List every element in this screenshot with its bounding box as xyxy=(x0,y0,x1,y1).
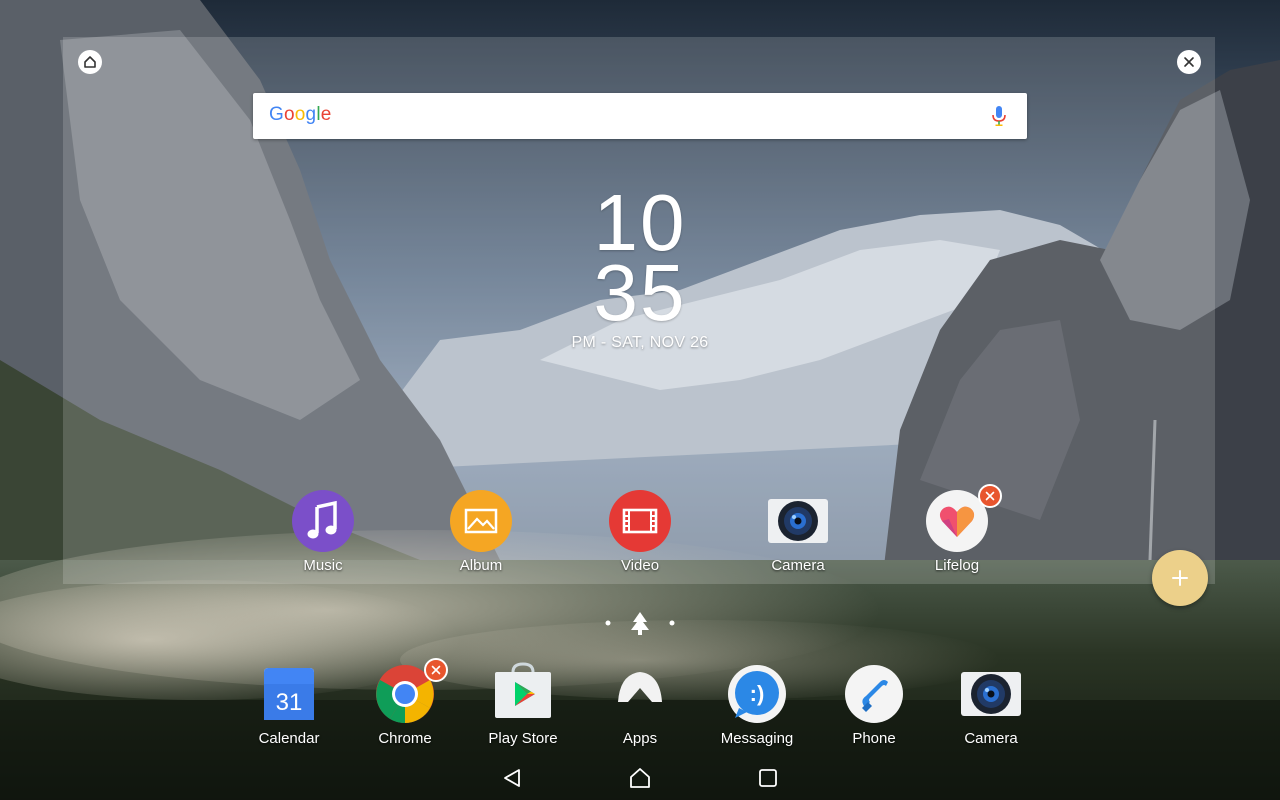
app-label: Lifelog xyxy=(934,557,980,574)
plus-icon xyxy=(1172,570,1188,586)
calendar-day-number: 31 xyxy=(276,689,303,716)
nav-home-button[interactable] xyxy=(624,764,656,792)
app-album[interactable]: Album xyxy=(426,489,536,574)
app-camera-dock[interactable]: Camera xyxy=(936,662,1046,747)
add-page-button[interactable] xyxy=(1152,550,1208,606)
nav-back-button[interactable] xyxy=(496,764,528,792)
app-label: Music xyxy=(303,557,343,574)
remove-chrome-button[interactable] xyxy=(424,658,448,682)
app-drawer-button[interactable]: Apps xyxy=(585,662,695,747)
app-label: Calendar xyxy=(258,730,320,747)
home-icon xyxy=(84,56,96,68)
album-icon xyxy=(449,489,513,553)
page-dot xyxy=(605,620,611,626)
messaging-icon: :) xyxy=(725,662,789,726)
camera-icon xyxy=(959,662,1023,726)
calendar-icon: 31 xyxy=(257,662,321,726)
app-calendar[interactable]: 31 Calendar xyxy=(234,662,344,747)
page-dot xyxy=(669,620,675,626)
app-messaging[interactable]: :) Messaging xyxy=(702,662,812,747)
app-label: Messaging xyxy=(720,730,794,747)
google-logo: Google xyxy=(269,104,332,125)
app-camera[interactable]: Camera xyxy=(743,489,853,574)
play-store-icon xyxy=(491,662,555,726)
microphone-icon[interactable] xyxy=(989,105,1009,127)
back-icon xyxy=(504,769,520,787)
video-icon xyxy=(608,489,672,553)
recents-icon xyxy=(759,769,777,787)
app-label: Play Store xyxy=(488,730,558,747)
app-label: Album xyxy=(459,557,503,574)
app-music[interactable]: Music xyxy=(268,489,378,574)
app-play-store[interactable]: Play Store xyxy=(468,662,578,747)
messaging-icon-face: :) xyxy=(750,681,765,706)
app-video[interactable]: Video xyxy=(585,489,695,574)
app-label: Phone xyxy=(852,730,896,747)
remove-page-button[interactable] xyxy=(1177,50,1201,74)
apps-drawer-icon xyxy=(608,662,672,726)
camera-icon xyxy=(766,489,830,553)
nav-recents-button[interactable] xyxy=(752,764,784,792)
remove-lifelog-button[interactable] xyxy=(978,484,1002,508)
home-icon xyxy=(630,768,650,788)
clock-widget[interactable]: 10 35 PM - SAT, NOV 26 xyxy=(540,183,740,352)
google-search-bar[interactable]: Google xyxy=(253,93,1027,139)
app-label: Camera xyxy=(771,557,825,574)
clock-date: PM - SAT, NOV 26 xyxy=(571,334,709,351)
tree-icon xyxy=(631,612,649,635)
phone-icon xyxy=(842,662,906,726)
app-label: Apps xyxy=(622,730,658,747)
close-icon xyxy=(985,491,995,501)
music-icon xyxy=(291,489,355,553)
app-label: Video xyxy=(620,557,660,574)
close-icon xyxy=(1184,57,1194,67)
app-label: Camera xyxy=(964,730,1018,747)
app-label: Chrome xyxy=(378,730,432,747)
page-indicator[interactable] xyxy=(600,610,680,636)
set-home-page-button[interactable] xyxy=(78,50,102,74)
app-phone[interactable]: Phone xyxy=(819,662,929,747)
clock-minute: 35 xyxy=(593,248,687,337)
close-icon xyxy=(431,665,441,675)
